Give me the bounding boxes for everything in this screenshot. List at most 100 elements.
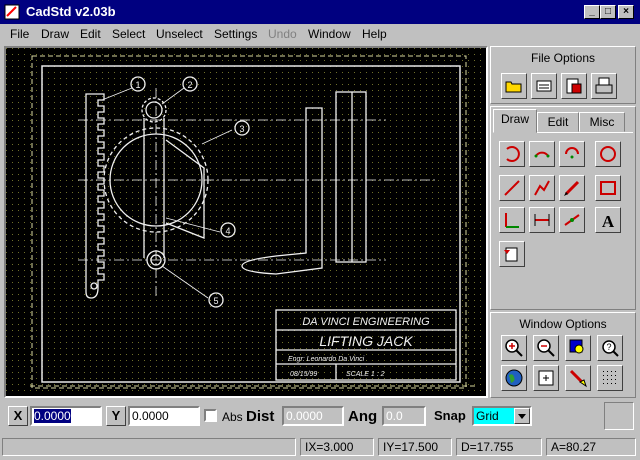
title-block-title: LIFTING JACK [319,333,413,349]
snap-select[interactable]: Grid [472,406,532,426]
status-bar: IX=3.000 IY=17.500 D=17.755 A=80.27 [0,436,640,458]
redraw-button[interactable] [533,365,559,391]
tab-draw[interactable]: Draw [493,109,537,133]
menu-help[interactable]: Help [362,27,387,41]
menu-file[interactable]: File [10,27,29,41]
close-button[interactable]: × [618,5,634,19]
ang-input[interactable]: 0.0 [382,406,426,426]
rectangle-tool-button[interactable] [595,175,621,201]
polyline-tool-button[interactable] [529,175,555,201]
cad-drawing: 1 2 3 4 5 DA VINCI ENGINEERING LIFTING J… [6,48,486,396]
arc-center-icon [565,147,579,159]
dist-input[interactable]: 0.0000 [282,406,344,426]
callout-4: 4 [225,226,230,236]
redraw-icon [538,370,554,386]
title-block-engineer: Engr: Leonardo Da Vinci [288,356,365,363]
text-icon: A [602,212,615,230]
abs-checkbox[interactable] [204,409,217,422]
text-tool-button[interactable]: A [595,207,621,233]
grid-toggle-button[interactable] [597,365,623,391]
arc-three-point-icon [534,151,550,158]
menu-unselect[interactable]: Unselect [156,27,203,41]
zoom-window-button[interactable] [565,335,591,361]
menu-undo[interactable]: Undo [268,27,297,41]
callout-1: 1 [135,80,140,90]
status-ix: IX=3.000 [300,438,374,456]
callout-3: 3 [239,124,244,134]
menu-window[interactable]: Window [308,27,351,41]
document-icon [536,80,552,92]
zoom-extents-button[interactable]: ? [597,335,623,361]
drawing-canvas[interactable]: 1 2 3 4 5 DA VINCI ENGINEERING LIFTING J… [4,46,488,398]
print-button[interactable] [591,73,617,99]
clear-button[interactable] [565,365,591,391]
status-distance: D=17.755 [456,438,542,456]
app-icon [4,4,20,20]
minimize-button[interactable]: _ [584,5,600,19]
arc-icon [506,146,520,162]
dimension-tool-button[interactable] [499,207,525,233]
x-input-value: 0.0000 [34,409,71,423]
svg-text:A: A [602,212,615,230]
title-block-date: 08/15/99 [290,371,317,378]
brush-icon [569,369,587,388]
title-block-company: DA VINCI ENGINEERING [302,316,430,328]
y-label: Y [106,406,126,426]
chevron-down-icon[interactable] [514,408,530,424]
status-message [2,438,296,456]
dist-label: Dist [246,408,275,425]
polyline-icon [534,180,550,196]
arc-center-tool-button[interactable] [559,141,585,167]
maximize-button[interactable]: □ [600,5,616,19]
y-input[interactable]: 0.0000 [128,406,200,426]
tab-edit[interactable]: Edit [537,112,579,132]
circle-tool-button[interactable] [595,141,621,167]
globe-icon [505,369,523,387]
printer-icon [595,77,613,94]
menu-bar: File Draw Edit Select Unselect Settings … [0,24,640,44]
menu-settings[interactable]: Settings [214,27,257,41]
snap-select-value: Grid [474,408,516,424]
horizontal-dimension-icon [534,214,550,226]
zoom-out-button[interactable] [533,335,559,361]
zoom-in-button[interactable] [501,335,527,361]
rectangle-icon [600,181,616,195]
insert-tool-button[interactable] [499,241,525,267]
snap-label: Snap [434,408,466,423]
zoom-window-icon [569,339,584,354]
dimension-icon [505,213,519,228]
x-label: X [8,406,28,426]
zoom-out-icon [537,339,555,357]
arc-3pt-tool-button[interactable] [529,141,555,167]
freehand-tool-button[interactable] [559,175,585,201]
aligned-dimension-icon [564,214,580,226]
dimension-horizontal-button[interactable] [529,207,555,233]
insert-icon [504,247,518,262]
new-file-button[interactable] [531,73,557,99]
callout-2: 2 [187,80,192,90]
title-bar: CadStd v2.03b _ □ × [0,0,640,24]
save-file-button[interactable] [561,73,587,99]
pencil-icon [564,180,580,196]
window-options-panel: Window Options ? [490,312,636,398]
status-indicator [604,402,634,430]
window-title: CadStd v2.03b [26,4,116,19]
callout-5: 5 [213,296,218,306]
draw-tools-panel: Draw Edit Misc A [490,106,636,310]
dimension-aligned-button[interactable] [559,207,585,233]
menu-draw[interactable]: Draw [41,27,69,41]
abs-label: Abs [222,410,243,424]
tab-misc[interactable]: Misc [579,112,625,132]
circle-icon [600,146,616,162]
line-icon [504,180,520,196]
open-file-button[interactable] [501,73,527,99]
svg-text:?: ? [606,342,611,352]
window-options-title: Window Options [519,317,607,331]
x-input[interactable]: 0.0000 [30,406,102,426]
line-tool-button[interactable] [499,175,525,201]
zoom-in-icon [505,339,523,357]
menu-select[interactable]: Select [112,27,145,41]
pan-button[interactable] [501,365,527,391]
menu-edit[interactable]: Edit [80,27,101,41]
arc-tool-button[interactable] [499,141,525,167]
